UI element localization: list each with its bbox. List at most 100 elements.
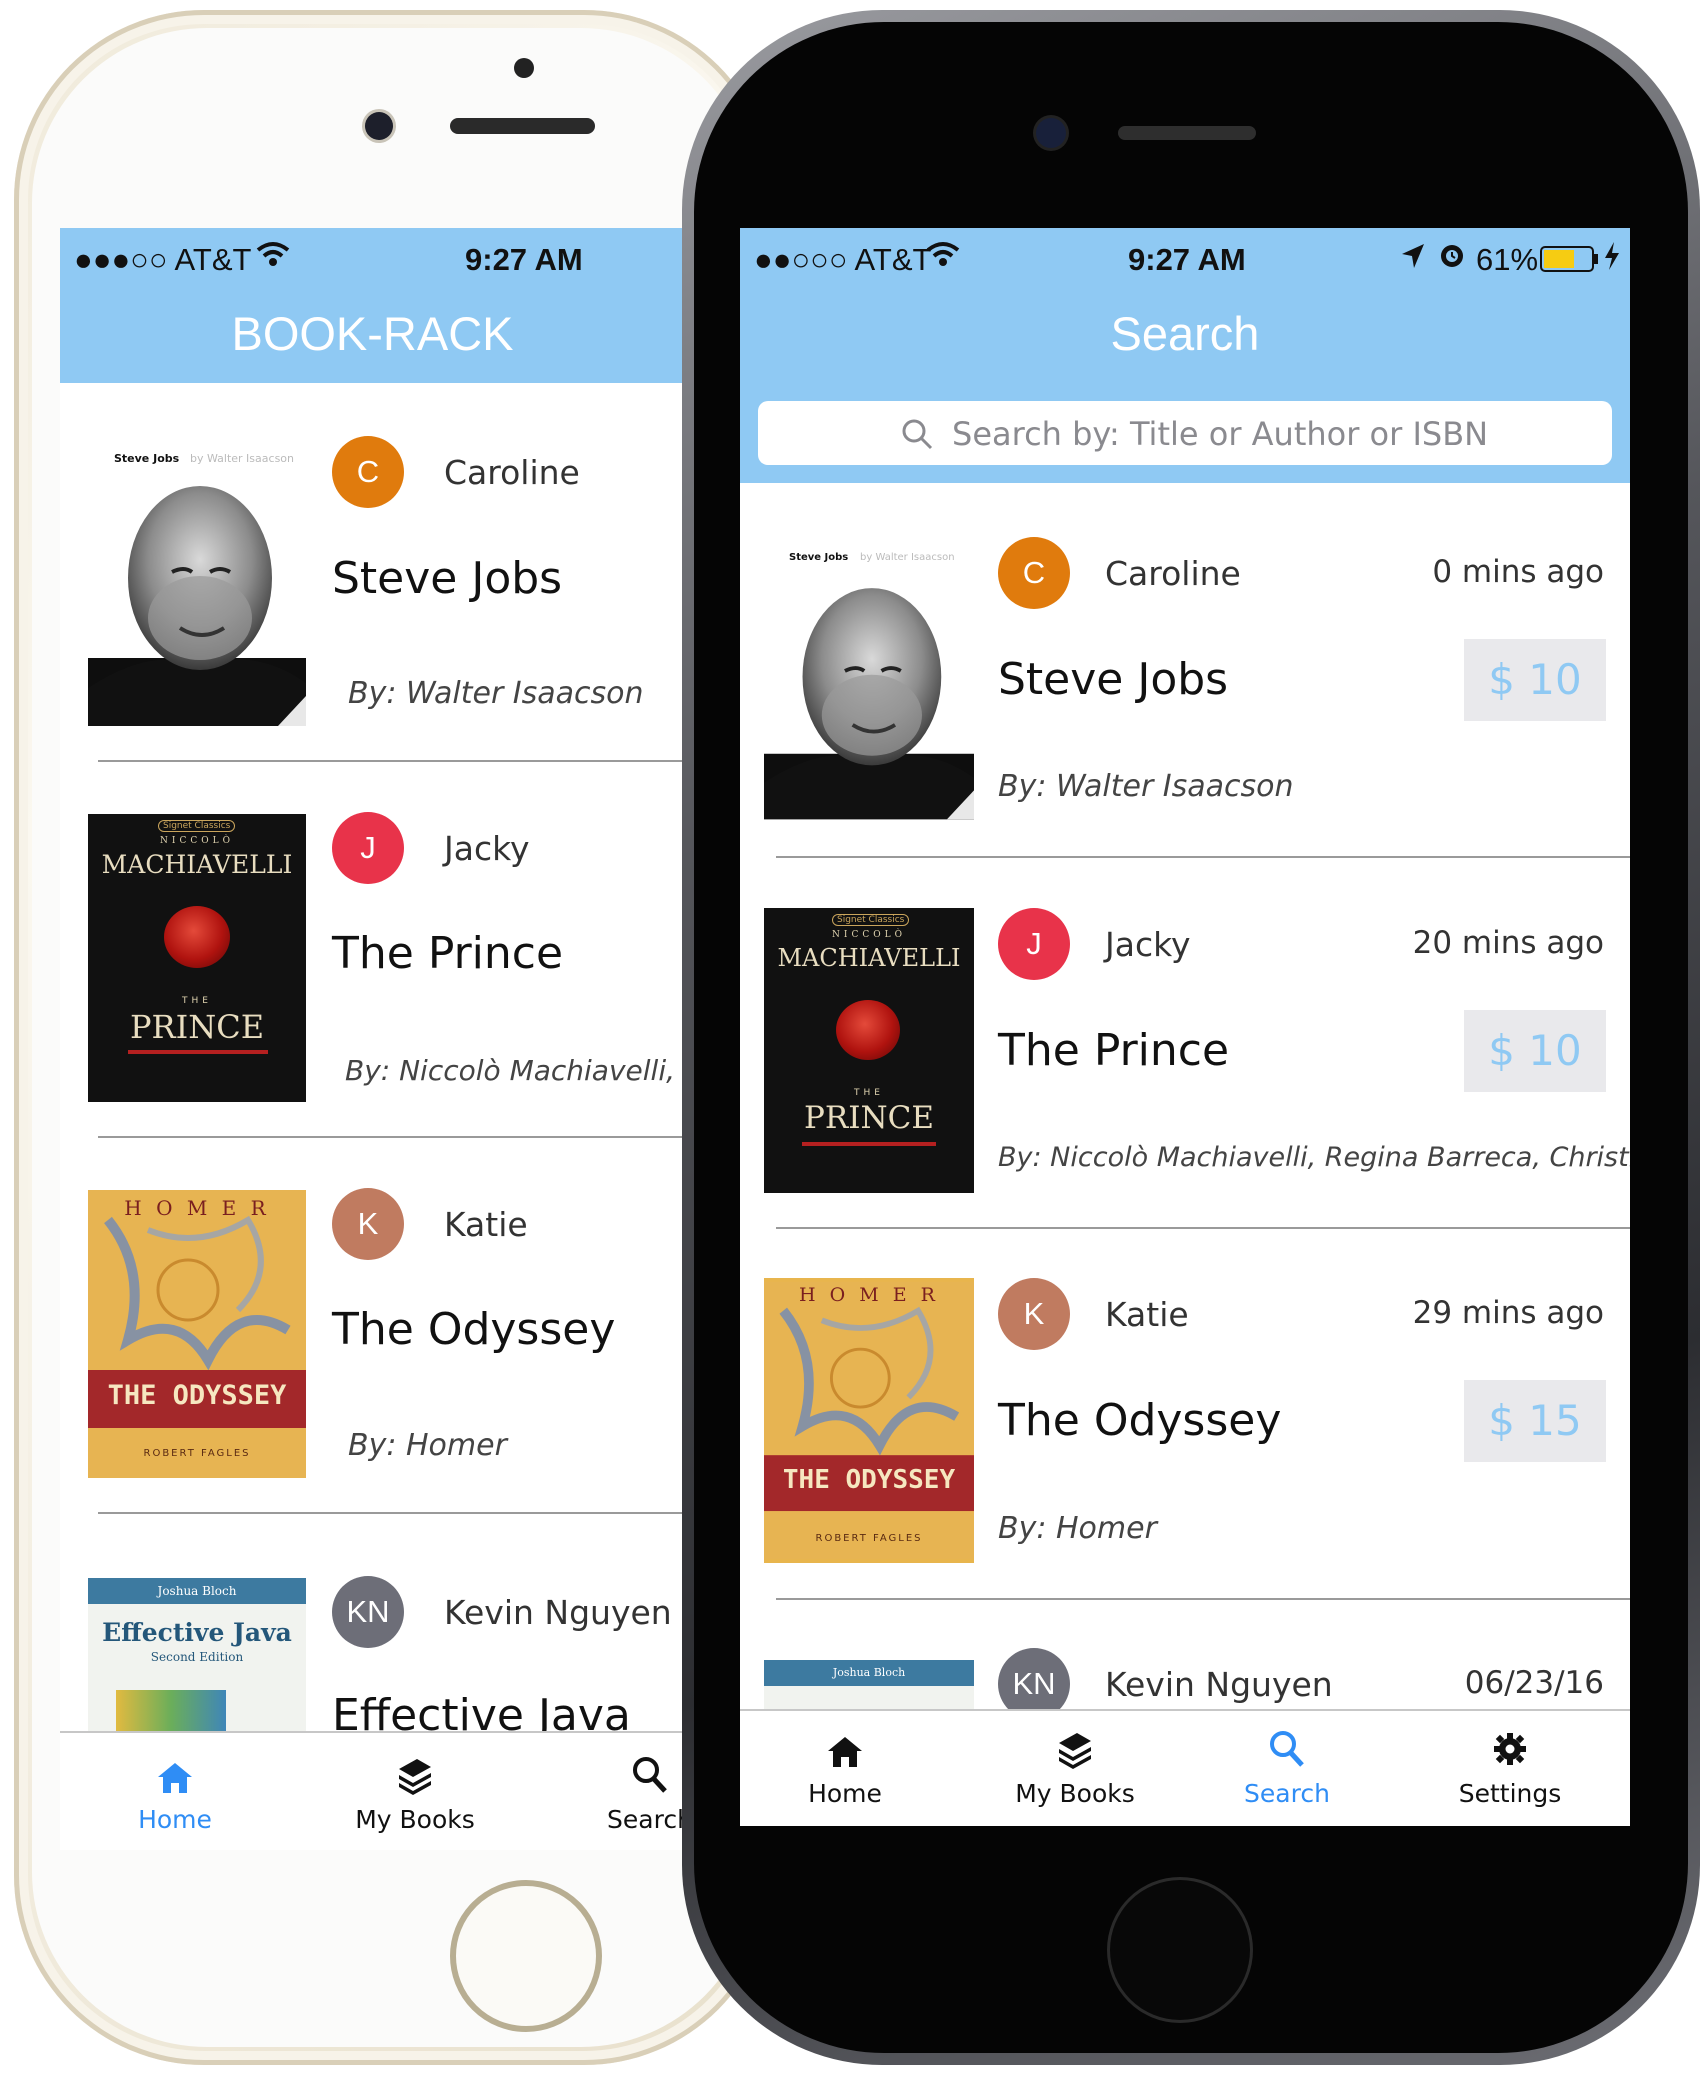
cover-author-band: Joshua Bloch: [764, 1660, 974, 1686]
book-title[interactable]: Steve Jobs: [998, 654, 1228, 705]
cover-the: THE: [854, 1088, 884, 1098]
book-title[interactable]: The Odyssey: [332, 1304, 615, 1355]
wax-seal-image: [164, 906, 230, 968]
owner-name[interactable]: Kevin Nguyen: [1105, 1665, 1333, 1704]
home-button[interactable]: [450, 1880, 602, 2032]
price-tag[interactable]: $ 10: [1464, 1010, 1606, 1092]
book-author: By: Homer: [348, 1428, 507, 1463]
home-icon: [158, 1763, 192, 1793]
owner-name[interactable]: Katie: [444, 1205, 528, 1244]
posted-time: 29 mins ago: [1412, 1295, 1604, 1331]
tab-search[interactable]: Search: [590, 1755, 685, 1834]
clock-text: 9:27 AM: [465, 242, 583, 277]
book-cover-the-prince[interactable]: Signet Classics NICCOLÒ MACHIAVELLI THE …: [88, 814, 306, 1102]
tab-home[interactable]: Home: [110, 1761, 240, 1834]
cover-author: H O M E R: [124, 1196, 270, 1220]
avatar[interactable]: C: [998, 537, 1070, 609]
owner-name[interactable]: Katie: [1105, 1295, 1189, 1334]
search-input[interactable]: Search by: Title or Author or ISBN: [758, 401, 1612, 465]
search-icon: [900, 417, 934, 459]
cover-title: Effective Java: [102, 1618, 292, 1647]
cover-title: PRINCE: [129, 1008, 265, 1046]
earpiece-speaker: [1118, 126, 1256, 140]
book-cover-the-odyssey[interactable]: H O M E R THE ODYSSEY ROBERT FAGLES: [88, 1190, 306, 1478]
battery-percent: 61%: [1476, 242, 1539, 277]
avatar[interactable]: K: [332, 1188, 404, 1260]
cover-publisher-badge: Signet Classics: [158, 820, 236, 832]
row-divider: [98, 1512, 685, 1514]
book-cover-effective-java[interactable]: Joshua Bloch: [764, 1660, 974, 1710]
book-author: By: Walter Isaacson: [998, 769, 1294, 804]
wifi-icon: [256, 240, 290, 278]
book-cover-steve-jobs[interactable]: Steve Jobs by Walter Isaacson: [764, 540, 974, 822]
search-placeholder: Search by: Title or Author or ISBN: [952, 415, 1489, 453]
tab-label: My Books: [1015, 1779, 1135, 1808]
tab-label: My Books: [355, 1805, 475, 1834]
book-title[interactable]: The Prince: [332, 928, 563, 979]
wifi-icon: [926, 240, 960, 278]
tab-label: Search: [607, 1805, 685, 1834]
owner-name[interactable]: Kevin Nguyen: [444, 1593, 672, 1632]
cover-author: MACHIAVELLI: [777, 944, 961, 972]
book-title[interactable]: The Odyssey: [998, 1395, 1281, 1446]
price-tag[interactable]: $ 10: [1464, 639, 1606, 721]
front-camera-lens: [365, 112, 393, 140]
wax-seal-image: [836, 1000, 900, 1060]
avatar[interactable]: C: [332, 436, 404, 508]
price-tag[interactable]: $ 15: [1464, 1380, 1606, 1462]
odyssey-art-image: [764, 1281, 974, 1560]
alarm-icon: [1438, 240, 1466, 278]
cover-author: H O M E R: [799, 1284, 939, 1306]
avatar[interactable]: K: [998, 1278, 1070, 1350]
cover-translator: ROBERT FAGLES: [815, 1533, 923, 1544]
row-divider: [98, 1136, 685, 1138]
gear-icon: [1494, 1733, 1526, 1765]
book-author: By: Niccolò Machiavelli, Regina Barreca,…: [998, 1142, 1630, 1173]
left-status-bar: ●●●○○ AT&T 9:27 AM: [60, 228, 685, 296]
cover-subheader: by Walter Isaacson: [860, 552, 955, 563]
cover-translator: ROBERT FAGLES: [143, 1448, 251, 1459]
owner-name[interactable]: Jacky: [1105, 925, 1191, 964]
tab-settings[interactable]: Settings: [1430, 1729, 1590, 1808]
left-nav-bar: ●●●○○ AT&T 9:27 AM BOOK-RACK: [60, 228, 685, 383]
cover-author-first: NICCOLÒ: [832, 930, 906, 940]
avatar[interactable]: KN: [332, 1576, 404, 1648]
cover-author-first: NICCOLÒ: [160, 836, 234, 846]
portrait-image: [764, 588, 974, 820]
owner-name[interactable]: Jacky: [444, 829, 530, 868]
right-status-bar: ●●○○○ AT&T 9:27 AM 61%: [740, 228, 1630, 296]
tab-search[interactable]: Search: [1217, 1729, 1357, 1808]
search-icon: [633, 1757, 667, 1793]
tab-home[interactable]: Home: [780, 1735, 910, 1808]
book-title[interactable]: Steve Jobs: [332, 553, 562, 604]
cover-title: THE ODYSSEY: [107, 1380, 287, 1411]
cover-header: Steve Jobs: [114, 452, 180, 465]
books-icon: [399, 1759, 431, 1795]
tab-my-books[interactable]: My Books: [990, 1729, 1160, 1808]
avatar[interactable]: J: [332, 812, 404, 884]
charging-bolt-icon: [1604, 242, 1620, 278]
tab-label: Home: [138, 1805, 212, 1834]
tab-label: Search: [1244, 1779, 1330, 1808]
carrier-text: ●●●○○ AT&T: [74, 242, 252, 277]
book-cover-the-prince[interactable]: Signet Classics NICCOLÒ MACHIAVELLI THE …: [764, 908, 974, 1193]
page-title: Search: [1110, 307, 1260, 360]
home-button[interactable]: [1110, 1880, 1250, 2020]
book-cover-the-odyssey[interactable]: H O M E R THE ODYSSEY ROBERT FAGLES: [764, 1278, 974, 1563]
avatar[interactable]: J: [998, 908, 1070, 980]
tab-my-books[interactable]: My Books: [335, 1755, 495, 1834]
book-author: By: Walter Isaacson: [348, 676, 644, 711]
posted-time: 20 mins ago: [1412, 925, 1604, 961]
row-divider: [98, 760, 685, 762]
front-camera-lens: [1036, 118, 1066, 148]
books-icon: [1059, 1733, 1091, 1769]
odyssey-art-image: [88, 1190, 306, 1478]
clock-text: 9:27 AM: [1128, 242, 1246, 277]
book-title[interactable]: The Prince: [998, 1025, 1229, 1076]
book-cover-steve-jobs[interactable]: Steve Jobs by Walter Isaacson: [88, 438, 306, 726]
tab-label: Settings: [1458, 1779, 1562, 1808]
owner-name[interactable]: Caroline: [1105, 554, 1241, 593]
cover-red-flourish: [128, 1050, 268, 1054]
owner-name[interactable]: Caroline: [444, 453, 580, 492]
front-camera-dot: [514, 58, 534, 78]
